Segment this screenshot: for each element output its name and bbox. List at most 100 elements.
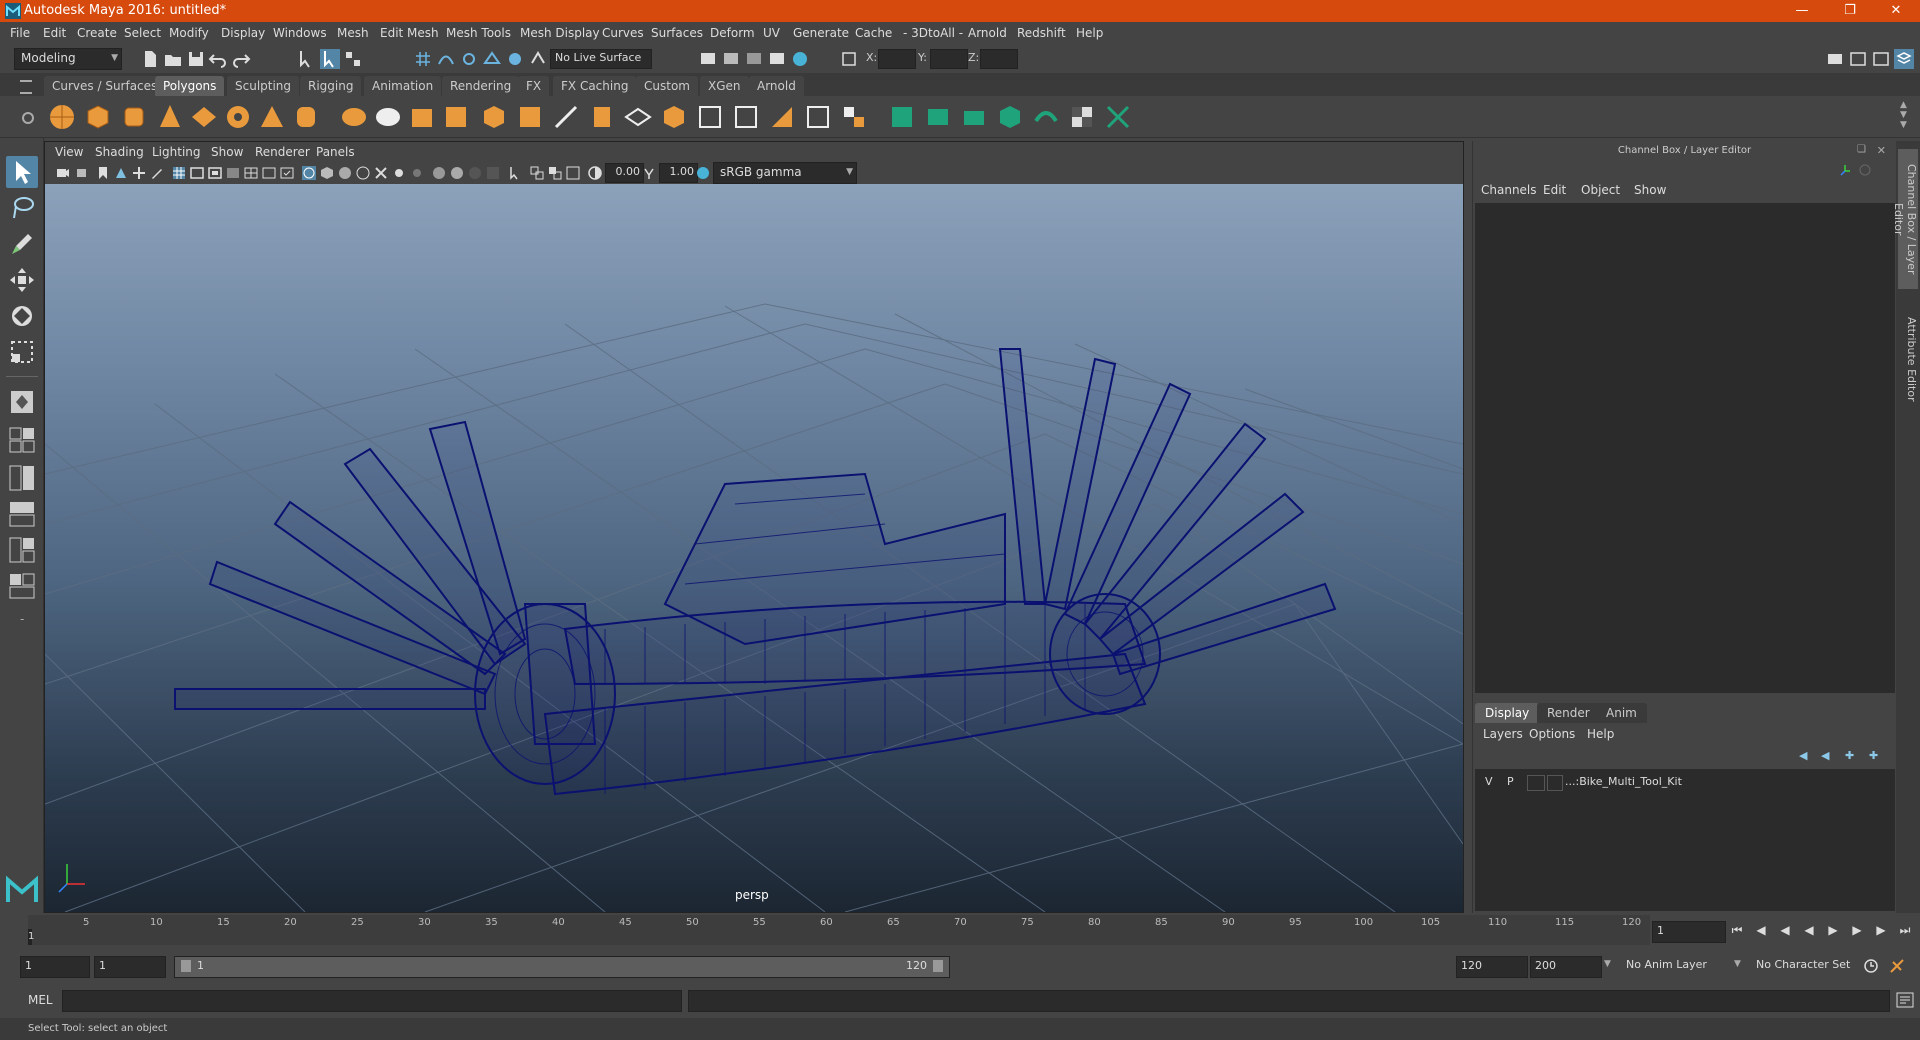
time-ruler[interactable]: 5 10 15 20 25 30 35 40 45 50 55 60 65 70… [28,915,1650,945]
gamma-field[interactable]: 1.00 [659,163,698,183]
layer-name[interactable]: ...:Bike_Multi_Tool_Kit [1565,775,1682,788]
layer-tab-render[interactable]: Render [1537,703,1600,723]
shelf-tab-animation[interactable]: Animation [364,76,442,96]
multi-cut-icon[interactable] [550,101,582,133]
float-panel-icon[interactable]: ❏ [1857,144,1866,155]
command-language-label[interactable]: MEL [28,993,53,1007]
menu-create[interactable]: Create [77,26,117,40]
uv-cylindrical-icon[interactable] [922,101,954,133]
resolution-gate-icon[interactable] [207,165,223,181]
range-end-handle[interactable] [933,960,943,972]
vp-menu-panels[interactable]: Panels [316,145,355,159]
cb-menu-show[interactable]: Show [1634,183,1666,197]
attribute-editor-toggle-icon[interactable] [1848,49,1868,69]
menu-mesh[interactable]: Mesh [337,26,369,40]
extrude-icon[interactable] [586,101,618,133]
maximize-button[interactable]: ❐ [1828,0,1872,22]
menu-modify[interactable]: Modify [169,26,209,40]
film-gate-icon[interactable] [189,165,205,181]
cb-menu-object[interactable]: Object [1581,183,1620,197]
vp-menu-shading[interactable]: Shading [95,145,144,159]
cb-menu-edit[interactable]: Edit [1543,183,1566,197]
2d-pan-zoom-icon[interactable] [131,165,147,181]
use-default-material-icon[interactable] [373,165,389,181]
render-frame-icon[interactable] [721,49,741,69]
xray-icon[interactable] [355,165,371,181]
shelf-tab-custom[interactable]: Custom [636,76,698,96]
layer-color-swatch[interactable] [1547,775,1563,791]
vp-menu-show[interactable]: Show [211,145,243,159]
manipulator-icon[interactable] [1838,163,1852,177]
poly-plane-icon[interactable] [188,101,220,133]
target-weld-icon[interactable] [622,101,654,133]
menu-file[interactable]: File [10,26,30,40]
camera-attributes-icon[interactable] [75,165,91,181]
xray-joints-icon[interactable] [529,165,545,181]
layer-menu-options[interactable]: Options [1529,727,1575,741]
shelf-settings-icon[interactable] [22,112,34,124]
lasso-tool[interactable] [6,192,38,224]
modeling-toolkit-icon[interactable] [1825,49,1845,69]
poly-pipe-icon[interactable] [290,101,322,133]
poly-cone-icon[interactable] [154,101,186,133]
menuset-dropdown[interactable]: Modeling ▼ [14,48,122,70]
layer-tab-display[interactable]: Display [1475,703,1540,723]
save-scene-icon[interactable] [186,49,206,69]
menu-edit-mesh[interactable]: Edit Mesh [380,26,439,40]
shelf-tab-rendering[interactable]: Rendering [442,76,520,96]
move-tool[interactable] [6,264,38,296]
menu-redshift[interactable]: Redshift [1017,26,1066,40]
four-view-layout[interactable] [6,426,38,454]
cb-menu-channels[interactable]: Channels [1481,183,1537,197]
range-bar[interactable]: 1 120 [174,956,950,978]
append-polygon-icon[interactable] [658,101,690,133]
x-field[interactable] [878,49,916,69]
gamma-icon[interactable] [641,165,657,181]
hypershade-persp-layout[interactable] [6,536,38,564]
layer-playback-toggle[interactable]: P [1507,775,1514,788]
shelf-tab-curves-surfaces[interactable]: Curves / Surfaces [44,76,166,96]
menu-mesh-display[interactable]: Mesh Display [520,26,600,40]
command-input[interactable] [62,990,682,1012]
side-tab-attribute-editor[interactable]: Attribute Editor [1898,309,1918,409]
character-set-chevron-icon[interactable]: ▼ [1734,959,1741,969]
wireframe-icon[interactable] [301,165,317,181]
menu-3dtoall[interactable]: - 3DtoAll - [903,26,963,40]
uv-layout-icon[interactable] [1102,101,1134,133]
snap-grid-icon[interactable] [413,49,433,69]
layer-display-type-toggle[interactable] [1527,775,1545,791]
playback-end-field[interactable]: 120 [1456,956,1528,978]
snap-point-icon[interactable] [459,49,479,69]
bridge-icon[interactable] [514,101,546,133]
shelf-tab-sculpting[interactable]: Sculpting [227,76,300,96]
separate-icon[interactable] [372,101,404,133]
bookmark-icon[interactable] [95,165,111,181]
menu-cache[interactable]: Cache [855,26,892,40]
fill-hole-icon[interactable] [694,101,726,133]
layer-tab-anim[interactable]: Anim [1596,703,1647,723]
exposure-field[interactable]: 0.00 [605,163,644,183]
layer-row[interactable]: V P ...:Bike_Multi_Tool_Kit [1475,773,1895,791]
auto-key-icon[interactable] [1862,957,1880,975]
shadows-icon[interactable] [409,165,425,181]
shelf-tab-polygons[interactable]: Polygons [155,76,225,96]
poly-sphere-icon[interactable] [46,101,78,133]
menu-help[interactable]: Help [1076,26,1103,40]
select-tool[interactable] [6,156,38,188]
camera-select-icon[interactable] [55,165,71,181]
character-set-label[interactable]: No Character Set [1756,958,1850,971]
mirror-icon[interactable] [838,101,870,133]
insert-edge-loop-icon[interactable] [730,101,762,133]
play-backwards-icon[interactable]: ◀ [1800,921,1818,939]
shelf-tab-xgen[interactable]: XGen [700,76,749,96]
redo-icon[interactable] [231,49,251,69]
persp-outliner-layout[interactable] [6,464,38,492]
rotate-tool[interactable] [6,300,38,332]
vp-menu-view[interactable]: View [55,145,83,159]
ipr-render-icon[interactable] [744,49,764,69]
menu-curves[interactable]: Curves [602,26,644,40]
safe-action-icon[interactable] [261,165,277,181]
uv-editor-icon[interactable] [1030,101,1062,133]
transform-constraint-icon[interactable] [839,49,859,69]
menu-windows[interactable]: Windows [273,26,327,40]
